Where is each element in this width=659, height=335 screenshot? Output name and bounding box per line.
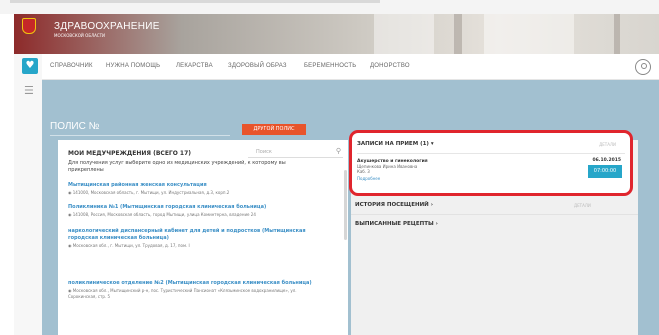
appointments-title[interactable]: ЗАПИСИ НА ПРИЕМ (1) ▾ bbox=[357, 141, 434, 147]
clinic-address: ◉ Московская обл., г. Мытищи, ул. Трудов… bbox=[68, 243, 190, 248]
clinic-search-input[interactable]: Поиск ⚲ bbox=[248, 146, 343, 158]
clinics-description: Для получения услуг выберите одно из мед… bbox=[68, 160, 286, 173]
chevron-right-icon: › bbox=[435, 221, 438, 227]
polis-label: ПОЛИС № bbox=[50, 121, 100, 132]
appointment-date: 06.10.2015 bbox=[592, 158, 621, 163]
header-banner: ЗДРАВООХРАНЕНИЕ МОСКОВСКОЙ ОБЛАСТИ bbox=[14, 14, 659, 54]
list-item[interactable]: Поликлиника №1 (Мытищинская городская кл… bbox=[68, 204, 318, 218]
clinic-name[interactable]: Мытищинская районная женская консультаци… bbox=[68, 182, 318, 189]
list-item[interactable]: поликлиническое отделение №2 (Мытищинска… bbox=[68, 280, 318, 300]
crest-icon bbox=[22, 18, 36, 34]
appointment-details-link[interactable]: Подробнее bbox=[357, 176, 380, 181]
nav-item-medicines[interactable]: ЛЕКАРСТВА bbox=[176, 63, 213, 69]
nav-item-pregnancy[interactable]: БЕРЕМЕННОСТЬ bbox=[304, 63, 356, 69]
hamburger-icon[interactable]: ☰ bbox=[24, 84, 34, 97]
brand[interactable]: ЗДРАВООХРАНЕНИЕ МОСКОВСКОЙ ОБЛАСТИ bbox=[54, 21, 160, 38]
main-nav: СПРАВОЧНИК НУЖНА ПОМОЩЬ ЛЕКАРСТВА ЗДОРОВ… bbox=[42, 54, 659, 80]
app-subtitle: МОСКОВСКОЙ ОБЛАСТИ bbox=[54, 33, 106, 38]
clinic-address: ◉ 141000, Московская область, г. Мытищи,… bbox=[68, 190, 230, 195]
appointment-time: 07:00:00 bbox=[593, 168, 617, 174]
prescriptions-title[interactable]: ВЫПИСАННЫЕ РЕЦЕПТЫ › bbox=[355, 221, 438, 227]
chevron-down-icon: ▾ bbox=[430, 141, 434, 147]
appointment-time-button[interactable]: 07:00:00 bbox=[588, 165, 622, 178]
top-strip bbox=[0, 0, 659, 14]
search-icon[interactable]: ⚲ bbox=[336, 147, 341, 155]
clinic-address: ◉ Московская обл., Мытищинский р-н, пос.… bbox=[68, 288, 297, 299]
nav-item-healthy[interactable]: ЗДОРОВЫЙ ОБРАЗ bbox=[228, 63, 287, 69]
nav-item-spravochnik[interactable]: СПРАВОЧНИК bbox=[50, 63, 93, 69]
clinics-panel: МОИ МЕДУЧРЕЖДЕНИЯ (ВСЕГО 17) Поиск ⚲ Для… bbox=[58, 140, 348, 335]
nav-item-help[interactable]: НУЖНА ПОМОЩЬ bbox=[106, 63, 160, 69]
nav-item-donation[interactable]: ДОНОРСТВО bbox=[370, 63, 410, 69]
clinic-name[interactable]: Поликлиника №1 (Мытищинская городская кл… bbox=[68, 204, 318, 211]
app-title: ЗДРАВООХРАНЕНИЕ bbox=[54, 21, 160, 32]
other-polis-label: ДРУГОЙ ПОЛИС bbox=[253, 126, 295, 132]
other-polis-button[interactable]: ДРУГОЙ ПОЛИС bbox=[242, 124, 306, 135]
scrollbar[interactable] bbox=[344, 170, 347, 240]
appointments-hint[interactable]: ДЕТАЛИ bbox=[599, 142, 616, 147]
appointments-card: ЗАПИСИ НА ПРИЕМ (1) ▾ ДЕТАЛИ Акушерство … bbox=[349, 130, 633, 196]
clinic-address: ◉ 141008, Россия, Московская область, го… bbox=[68, 212, 256, 217]
list-item[interactable]: Мытищинская районная женская консультаци… bbox=[68, 182, 318, 196]
appointment-cabinet: Каб. 3 bbox=[357, 169, 370, 174]
clinic-name[interactable]: наркологический диспансерный кабинет для… bbox=[68, 228, 318, 242]
history-title[interactable]: ИСТОРИЯ ПОСЕЩЕНИЙ › bbox=[355, 202, 433, 208]
clinic-name[interactable]: поликлиническое отделение №2 (Мытищинска… bbox=[68, 280, 318, 287]
chevron-right-icon: › bbox=[430, 202, 433, 208]
history-hint[interactable]: ДЕТАЛИ bbox=[574, 203, 591, 208]
polis-title: ПОЛИС № bbox=[50, 121, 230, 136]
heart-icon[interactable]: ♥ bbox=[22, 58, 38, 74]
user-icon[interactable] bbox=[635, 59, 651, 75]
search-placeholder: Поиск bbox=[256, 149, 272, 155]
clinics-title: МОИ МЕДУЧРЕЖДЕНИЯ (ВСЕГО 17) bbox=[68, 150, 192, 157]
list-item[interactable]: наркологический диспансерный кабинет для… bbox=[68, 228, 318, 249]
